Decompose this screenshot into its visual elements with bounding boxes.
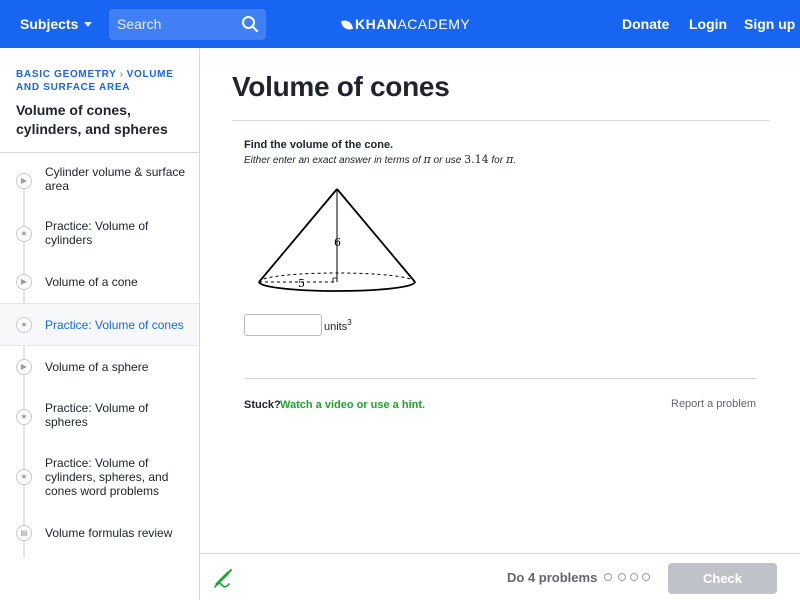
play-icon: ▶ xyxy=(16,173,32,189)
search-input[interactable] xyxy=(117,16,237,32)
cone-right-edge xyxy=(336,188,416,283)
problem-count-label: Do 4 problems xyxy=(507,570,598,585)
khan-academy-logo[interactable]: KHANACADEMY xyxy=(341,16,471,32)
exercise-footer: Do 4 problems Check xyxy=(200,553,800,600)
top-navigation-bar: Subjects KHANACADEMY Donate Login Sign u… xyxy=(0,0,800,48)
signup-link[interactable]: Sign up xyxy=(744,16,795,32)
progress-dot xyxy=(618,573,626,581)
search-box xyxy=(109,9,266,40)
play-icon: ▶ xyxy=(16,359,32,375)
article-icon: ▤ xyxy=(16,525,32,541)
breadcrumb-basic-geometry[interactable]: Basic geometry xyxy=(16,69,117,80)
logo-text-bold: KHAN xyxy=(355,16,398,32)
note-middle: or use xyxy=(433,155,462,166)
logo-text-light: ACADEMY xyxy=(397,16,471,32)
sidebar-item-label: Practice: Volume of cylinders, spheres, … xyxy=(45,456,169,498)
note-for: for xyxy=(491,155,504,166)
sidebar-item-practice-spheres[interactable]: ★ Practice: Volume of spheres xyxy=(0,394,199,440)
scratchpad-pencil-icon[interactable] xyxy=(213,567,235,594)
subjects-menu-button[interactable]: Subjects xyxy=(20,16,93,32)
stuck-divider xyxy=(244,378,757,379)
sidebar-item-formulas-review[interactable]: ▤ Volume formulas review xyxy=(0,520,199,546)
sidebar-item-volume-cone[interactable]: ▶ Volume of a cone xyxy=(0,266,199,300)
subjects-label: Subjects xyxy=(20,16,79,32)
sidebar-item-volume-sphere[interactable]: ▶ Volume of a sphere xyxy=(0,351,199,385)
login-link[interactable]: Login xyxy=(689,16,727,32)
note-end: . xyxy=(513,155,517,166)
progress-dot xyxy=(604,573,612,581)
play-icon: ▶ xyxy=(16,274,32,290)
cone-diagram: 6 5 xyxy=(258,188,416,292)
note-prefix: Either enter an exact answer in terms of xyxy=(244,155,421,166)
sidebar-item-label: Practice: Volume of cylinders xyxy=(45,219,149,247)
check-button[interactable]: Check xyxy=(668,563,777,594)
title-divider xyxy=(232,120,769,121)
leaf-icon xyxy=(341,19,353,31)
chevron-right-icon: › xyxy=(119,69,124,80)
sidebar-item-label: Practice: Volume of spheres xyxy=(45,401,149,429)
stuck-label: Stuck? xyxy=(244,399,281,411)
sidebar-item-label: Volume formulas review xyxy=(45,526,173,540)
search-icon[interactable] xyxy=(241,15,259,38)
answer-input[interactable] xyxy=(244,314,322,336)
sidebar-item-label: Volume of a sphere xyxy=(45,360,149,374)
hint-link[interactable]: Watch a video or use a hint. xyxy=(280,399,425,411)
cone-base-front xyxy=(258,281,416,292)
sidebar-item-practice-cylinders[interactable]: ★ Practice: Volume of cylinders xyxy=(0,212,199,258)
page-title: Volume of cones xyxy=(232,71,450,102)
right-angle-marker xyxy=(332,277,337,282)
problem-instruction: Find the volume of the cone. xyxy=(244,139,394,151)
sidebar-item-label: Practice: Volume of cones xyxy=(45,318,184,332)
units-exponent: 3 xyxy=(347,318,352,327)
breadcrumb: Basic geometry › Volume and surface area xyxy=(16,68,186,94)
units-text: units xyxy=(324,321,348,333)
pi-approximation: 3.14 xyxy=(464,153,489,166)
cone-radius-label: 5 xyxy=(298,277,305,290)
sidebar-item-label: Volume of a cone xyxy=(45,275,138,289)
star-icon: ★ xyxy=(16,409,32,425)
donate-link[interactable]: Donate xyxy=(622,16,669,32)
chevron-down-icon xyxy=(84,22,93,27)
sidebar-item-cylinder-volume[interactable]: ▶ Cylinder volume & surface area xyxy=(0,158,199,204)
cone-height-label: 6 xyxy=(334,236,341,249)
sidebar-item-practice-word-problems[interactable]: ★ Practice: Volume of cylinders, spheres… xyxy=(0,448,199,508)
report-problem-link[interactable]: Report a problem xyxy=(671,398,756,410)
cone-left-edge xyxy=(258,188,338,283)
progress-dot xyxy=(642,573,650,581)
unit-sidebar: Basic geometry › Volume and surface area V… xyxy=(0,48,200,600)
sidebar-item-practice-cones[interactable]: ★ Practice: Volume of cones xyxy=(0,303,199,346)
units-label: units3 xyxy=(324,318,352,333)
star-icon: ★ xyxy=(16,226,32,242)
sidebar-divider xyxy=(0,152,199,153)
star-icon: ★ xyxy=(16,469,32,485)
unit-title: Volume of cones, cylinders, and spheres xyxy=(16,102,168,137)
sidebar-item-label: Cylinder volume & surface area xyxy=(45,165,186,193)
progress-dot xyxy=(630,573,638,581)
pi-symbol: π xyxy=(423,153,431,166)
problem-note: Either enter an exact answer in terms of… xyxy=(244,153,516,166)
star-icon: ★ xyxy=(16,317,32,333)
